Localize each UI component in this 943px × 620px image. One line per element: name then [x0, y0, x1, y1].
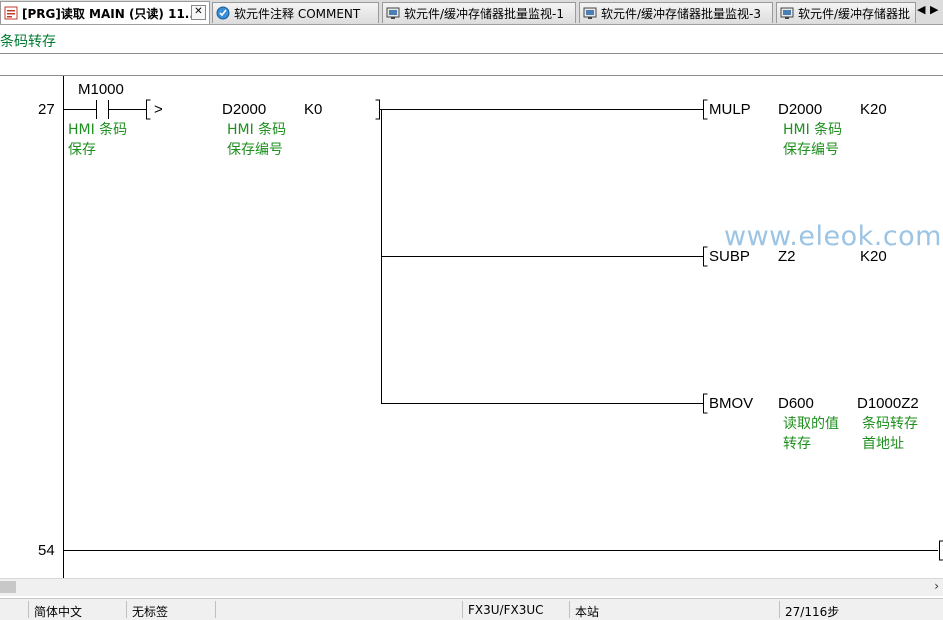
status-step: 27/116步 — [785, 603, 839, 620]
status-separator — [462, 601, 463, 618]
watermark: www.eleok.com — [724, 221, 942, 252]
compare-operand-2[interactable]: K0 — [304, 101, 322, 118]
compare-close-bracket — [376, 100, 380, 119]
compare-operator[interactable]: > — [154, 101, 163, 118]
end-bracket — [940, 541, 943, 560]
tab-scroll-left-icon[interactable]: ◀ — [917, 3, 925, 16]
tab-monitor-3[interactable]: 软元件/缓冲存储器批量监视-3 — [579, 2, 773, 23]
device-comment: 保存编号 — [783, 140, 839, 160]
horizontal-scrollbar[interactable]: › — [0, 578, 943, 596]
statement-comment: 条码转存 — [0, 31, 56, 51]
scroll-right-icon[interactable]: › — [934, 579, 939, 593]
compare-open-bracket — [147, 100, 151, 119]
scrollbar-thumb[interactable] — [0, 581, 16, 593]
tab-monitor-partial[interactable]: 软元件/缓冲存储器批 — [776, 2, 916, 23]
contact-device[interactable]: M1000 — [78, 81, 124, 98]
tab-label: 软元件/缓冲存储器批 — [798, 5, 910, 22]
mulp-bracket — [704, 100, 708, 119]
bmov-bracket — [704, 394, 708, 413]
tab-scroll-right-icon[interactable]: ▶ — [930, 3, 938, 16]
statement-bar: 条码转存 — [0, 26, 943, 54]
status-bar: 简体中文 无标签 FX3U/FX3UC 本站 27/116步 — [0, 598, 943, 620]
device-comment: 保存 — [68, 140, 96, 160]
subp-bracket — [704, 247, 708, 266]
tab-label: 软元件注释 COMMENT — [234, 5, 360, 22]
device-comment: HMI 条码 — [68, 120, 127, 140]
step-number[interactable]: 27 — [38, 101, 55, 118]
close-icon[interactable]: ✕ — [191, 5, 206, 20]
tab-monitor-1[interactable]: 软元件/缓冲存储器批量监视-1 — [382, 2, 576, 23]
program-icon — [4, 6, 18, 20]
instruction-mulp[interactable]: MULP — [709, 101, 751, 118]
status-language: 简体中文 — [34, 603, 82, 620]
device-comment: 条码转存 — [862, 414, 918, 434]
compare-operand-1[interactable]: D2000 — [222, 101, 266, 118]
tab-prg-main[interactable]: [PRG]读取 MAIN (只读) 11... ✕ — [0, 1, 210, 24]
operand[interactable]: D600 — [778, 395, 814, 412]
status-separator — [126, 601, 127, 618]
status-separator — [215, 601, 216, 618]
tab-label: 软元件/缓冲存储器批量监视-1 — [404, 5, 564, 22]
device-comment: 读取的值 — [783, 414, 839, 434]
tab-label: [PRG]读取 MAIN (只读) 11... — [22, 5, 198, 22]
monitor-icon — [583, 6, 597, 20]
device-comment: HMI 条码 — [227, 120, 286, 140]
device-comment: 首地址 — [862, 434, 904, 454]
instruction-bmov[interactable]: BMOV — [709, 395, 753, 412]
operand[interactable]: D1000Z2 — [857, 395, 919, 412]
device-comment: 保存编号 — [227, 140, 283, 160]
comment-icon — [216, 6, 230, 20]
status-separator — [779, 601, 780, 618]
monitor-icon — [780, 6, 794, 20]
tab-label: 软元件/缓冲存储器批量监视-3 — [601, 5, 761, 22]
device-comment: HMI 条码 — [783, 120, 842, 140]
device-comment: 转存 — [783, 434, 811, 454]
operand[interactable]: D2000 — [778, 101, 822, 118]
ladder-editor[interactable]: 27 M1000 HMI 条码 保存 > D2000 K0 HMI 条码 保存编… — [0, 76, 943, 578]
status-station: 本站 — [575, 603, 599, 620]
tab-comment[interactable]: 软元件注释 COMMENT — [212, 2, 379, 23]
monitor-icon — [386, 6, 400, 20]
status-cpu: FX3U/FX3UC — [468, 603, 544, 617]
status-separator — [569, 601, 570, 618]
status-label: 无标签 — [132, 603, 168, 620]
tab-bar: [PRG]读取 MAIN (只读) 11... ✕ 软元件注释 COMMENT … — [0, 0, 943, 25]
status-separator — [28, 601, 29, 618]
step-number[interactable]: 54 — [38, 542, 55, 559]
operand[interactable]: K20 — [860, 101, 887, 118]
